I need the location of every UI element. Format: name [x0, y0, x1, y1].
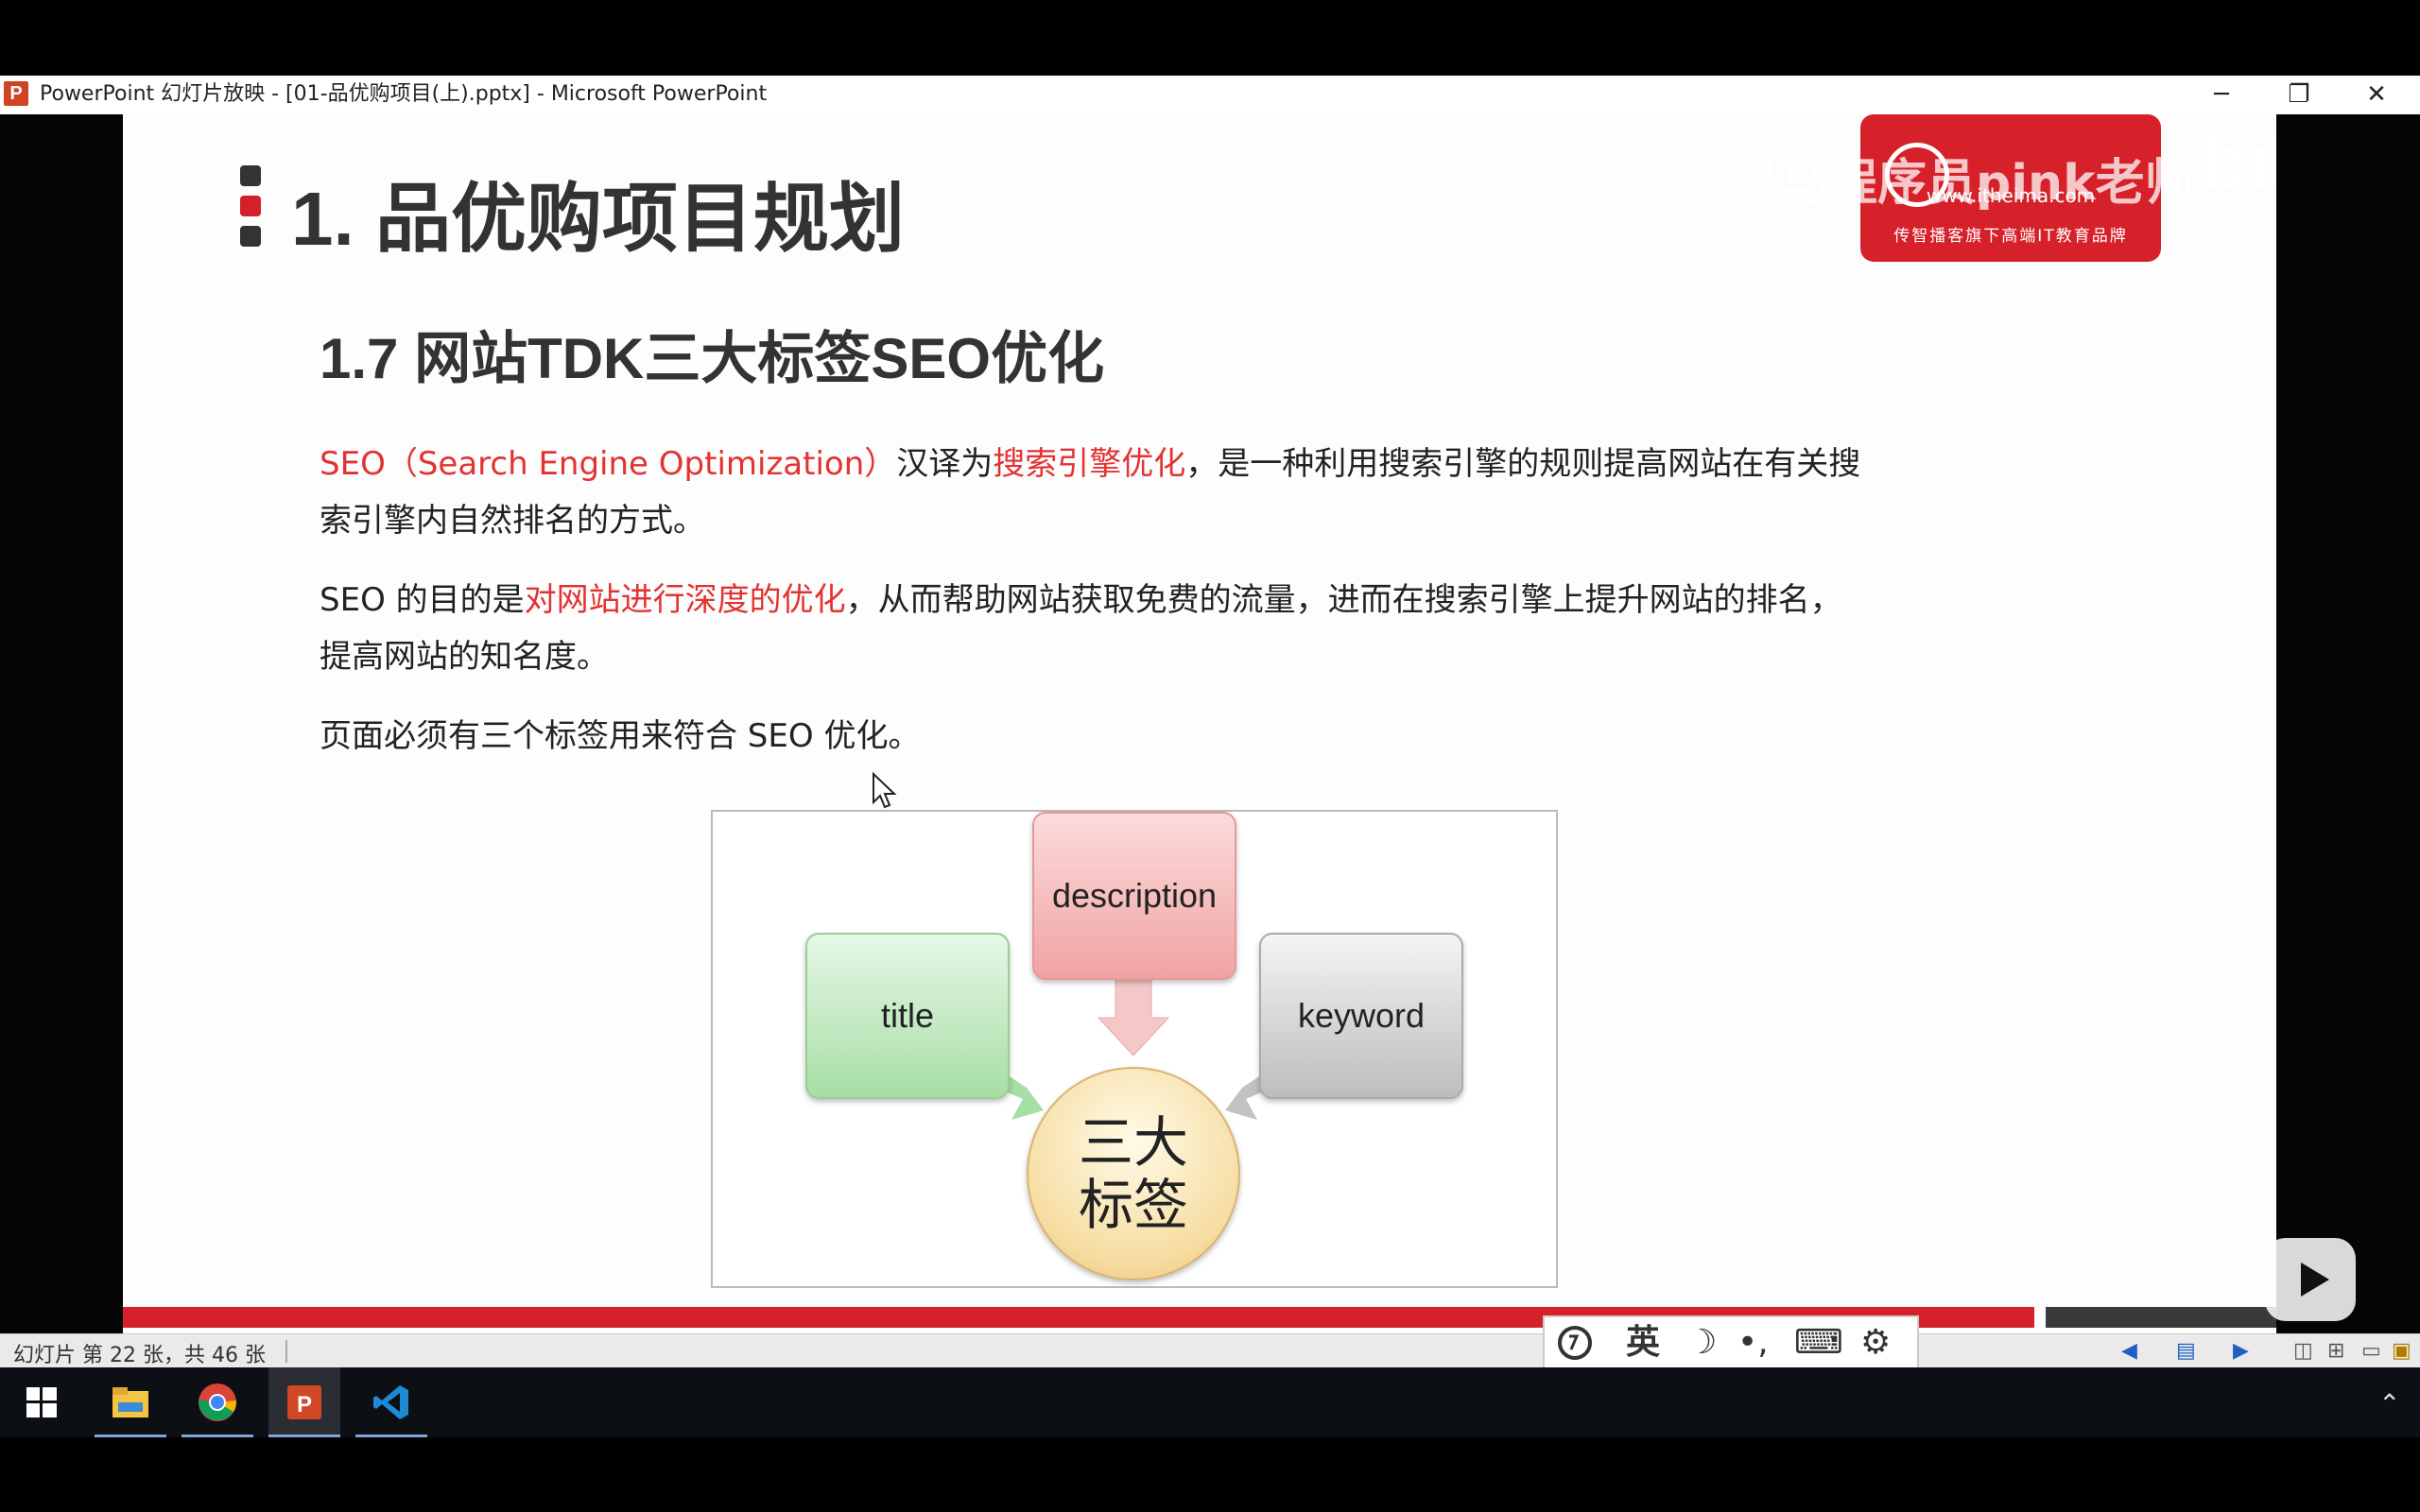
vscode-icon — [373, 1385, 408, 1419]
mouse-cursor-icon — [873, 772, 897, 809]
powerpoint-app-icon[interactable]: P — [4, 81, 28, 106]
slide-footer-dark-bar — [2046, 1307, 2276, 1328]
keyword-box: keyword — [1259, 933, 1463, 1099]
window-title-bar: P PowerPoint 幻灯片放映 - [01-品优购项目(上).pptx] … — [0, 76, 2420, 114]
settings-gear-icon[interactable]: ⚙ — [1860, 1323, 1891, 1363]
next-slide-icon[interactable]: ▶ — [2233, 1340, 2249, 1363]
close-button[interactable]: ✕ — [2339, 76, 2414, 114]
punctuation-icon[interactable]: •, — [1737, 1323, 1769, 1363]
tdk-diagram: description title keyword 三大 标签 — [711, 810, 1558, 1288]
chrome-icon — [198, 1383, 237, 1421]
slideshow-view-icon[interactable]: ▣ — [2392, 1340, 2411, 1363]
title-box: title — [805, 933, 1010, 1099]
video-watermark: 黑马程序员pink老师 — [1730, 155, 2194, 212]
paragraph-seo-purpose: SEO 的目的是对网站进行深度的优化，从而帮助网站获取免费的流量，进而在搜索引擎… — [320, 581, 1842, 676]
taskbar-vscode[interactable] — [355, 1367, 427, 1437]
seo-term: SEO（Search Engine Optimization） — [320, 445, 897, 483]
circle-line-2: 标签 — [1078, 1173, 1188, 1237]
slide-sorter-icon[interactable]: ⊞ — [2327, 1340, 2344, 1363]
powerpoint-icon: P — [287, 1385, 321, 1419]
slideshow-right-margin — [2276, 114, 2420, 1333]
title-marker-icon — [240, 165, 261, 256]
screen-bottom-margin — [0, 1437, 2420, 1512]
slide-counter: 幻灯片 第 22 张，共 46 张 — [13, 1344, 266, 1367]
video-play-button[interactable] — [2265, 1238, 2356, 1321]
seo-translation: 搜索引擎优化 — [993, 445, 1186, 483]
previous-slide-icon[interactable]: ◀ — [2121, 1340, 2137, 1363]
taskbar-powerpoint[interactable]: P — [268, 1367, 340, 1437]
minimize-button[interactable]: ─ — [2184, 76, 2259, 114]
status-separator — [285, 1340, 287, 1363]
circle-line-1: 三大 — [1078, 1110, 1188, 1175]
system-tray-chevron-icon[interactable]: ⌃ — [2378, 1388, 2400, 1419]
keyboard-icon[interactable]: ⌨ — [1794, 1323, 1843, 1363]
svg-text:P: P — [297, 1392, 312, 1418]
slide-menu-icon[interactable]: ▤ — [2176, 1340, 2196, 1363]
slideshow-left-margin — [0, 114, 123, 1333]
restore-button[interactable]: ❐ — [2261, 76, 2337, 114]
bilibili-logo: bilibili — [2203, 120, 2276, 204]
taskbar-chrome[interactable] — [182, 1367, 253, 1437]
three-tags-circle: 三大 标签 — [1027, 1067, 1240, 1280]
ime-logo-icon[interactable] — [1556, 1325, 1601, 1361]
reading-view-icon[interactable]: ▭ — [2361, 1340, 2381, 1363]
logo-slogan: 传智播客旗下高端IT教育品牌 — [1893, 227, 2128, 246]
arrow-down-icon — [1097, 977, 1170, 1057]
window-title: PowerPoint 幻灯片放映 - [01-品优购项目(上).pptx] - … — [40, 82, 768, 106]
windows-taskbar: P ⌃ — [0, 1367, 2420, 1437]
half-width-icon[interactable]: ☽ — [1686, 1323, 1717, 1363]
start-icon — [26, 1387, 57, 1418]
seo-purpose-highlight: 对网站进行深度的优化 — [524, 581, 846, 619]
section-subtitle: 1.7 网站TDK三大标签SEO优化 — [320, 327, 1105, 390]
ime-language-toggle[interactable]: 英 — [1626, 1323, 1660, 1363]
ime-toolbar: 英 ☽ •, ⌨ ⚙ — [1543, 1315, 1919, 1370]
description-box: description — [1032, 812, 1236, 980]
start-button[interactable] — [6, 1367, 78, 1437]
file-explorer-icon — [112, 1387, 148, 1418]
paragraph-three-tags: 页面必须有三个标签用来符合 SEO 优化。 — [320, 717, 921, 755]
status-bar: 幻灯片 第 22 张，共 46 张 ◀ ▤ ▶ ◫ ⊞ ▭ ▣ — [0, 1333, 2420, 1368]
normal-view-icon[interactable]: ◫ — [2293, 1340, 2313, 1363]
play-icon — [2301, 1263, 2329, 1297]
slide[interactable]: 1. 品优购项目规划 www.itheima.com 传智播客旗下高端IT教育品… — [123, 114, 2276, 1333]
paragraph-seo-definition: SEO（Search Engine Optimization）汉译为搜索引擎优化… — [320, 445, 1861, 540]
taskbar-file-explorer[interactable] — [95, 1367, 166, 1437]
slide-title: 1. 品优购项目规划 — [291, 177, 905, 261]
